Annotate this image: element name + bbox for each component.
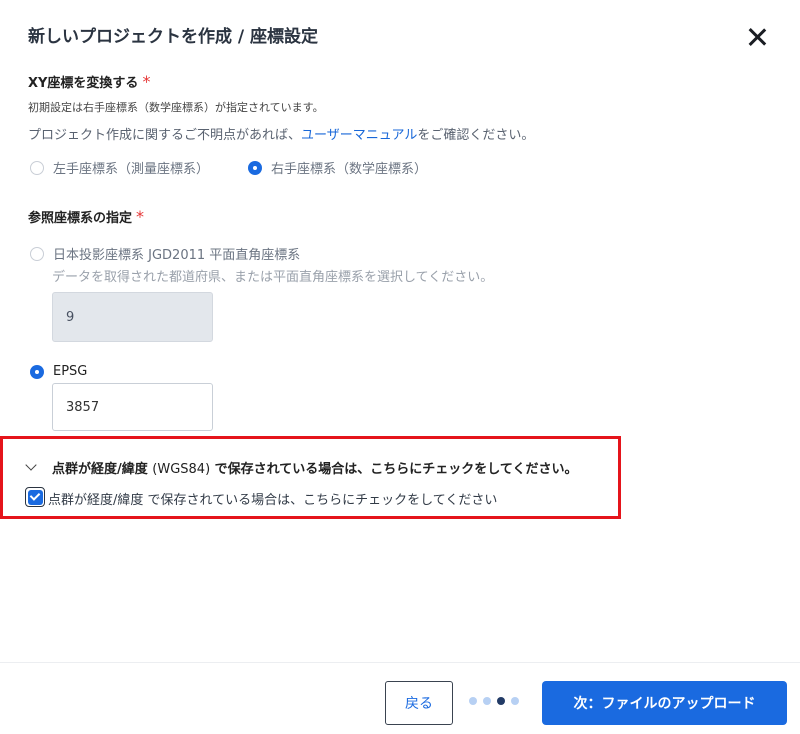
- step-dot: [511, 697, 519, 705]
- radio-button-selected[interactable]: [30, 364, 44, 379]
- radio-button[interactable]: [30, 246, 44, 261]
- dialog-header: 新しいプロジェクトを作成 / 座標設定: [28, 24, 780, 54]
- radio-left-hand[interactable]: 左手座標系（測量座標系）: [30, 158, 209, 177]
- latlon-checkbox[interactable]: [27, 489, 43, 505]
- jgd-zone-input: 9: [52, 292, 213, 342]
- radio-right-hand-label: 右手座標系（数学座標系）: [271, 162, 428, 177]
- radio-button[interactable]: [30, 160, 44, 175]
- radio-left-hand-label: 左手座標系（測量座標系）: [53, 162, 210, 177]
- latlon-checkbox-focus-ring[interactable]: [25, 487, 45, 507]
- required-mark: *: [142, 72, 151, 91]
- radio-jgd2011-label: 日本投影座標系 JGD2011 平面直角座標系: [53, 248, 301, 263]
- jgd-help-text: データを取得された都道府県、または平面直角座標系を選択してください。: [52, 270, 494, 285]
- help-suffix: をご確認ください。: [417, 128, 535, 143]
- radio-jgd2011[interactable]: 日本投影座標系 JGD2011 平面直角座標系: [30, 244, 300, 263]
- help-prefix: プロジェクト作成に関するご不明点があれば、: [28, 128, 302, 143]
- radio-epsg-label: EPSG: [53, 364, 88, 379]
- xy-help-text: プロジェクト作成に関するご不明点があれば、ユーザーマニュアルをご確認ください。: [28, 124, 534, 143]
- footer-divider: [0, 662, 800, 663]
- chevron-down-icon[interactable]: [25, 461, 37, 473]
- latlon-title-c: で保存されている場合は、こちらにチェックをしてください。: [210, 462, 578, 477]
- step-dot: [483, 697, 491, 705]
- radio-epsg[interactable]: EPSG: [30, 364, 87, 379]
- xy-section-label: XY座標を変換する: [28, 76, 139, 91]
- jgd-zone-value: 9: [66, 309, 75, 325]
- latlon-checkbox-label[interactable]: 点群が経度/緯度 で保存されている場合は、こちらにチェックをしてください: [48, 489, 497, 508]
- next-upload-button[interactable]: 次：ファイルのアップロード: [542, 681, 787, 725]
- latlon-title-a: 点群が経度/緯度: [52, 462, 153, 477]
- dialog-title: 新しいプロジェクトを作成 / 座標設定: [28, 27, 319, 47]
- xy-section-label-row: XY座標を変換する *: [28, 72, 150, 91]
- latlon-title-b: (WGS84): [152, 462, 211, 477]
- back-button[interactable]: 戻る: [385, 681, 453, 725]
- radio-right-hand[interactable]: 右手座標系（数学座標系）: [248, 158, 427, 177]
- crs-section-label: 参照座標系の指定: [28, 211, 133, 226]
- step-indicator: [469, 697, 519, 705]
- xy-default-note: 初期設定は右手座標系（数学座標系）が指定されています。: [28, 101, 324, 114]
- step-dot-current: [497, 697, 505, 705]
- latlon-accordion-title[interactable]: 点群が経度/緯度 (WGS84) で保存されている場合は、こちらにチェックをして…: [52, 458, 578, 477]
- step-dot: [469, 697, 477, 705]
- radio-button-selected[interactable]: [248, 160, 262, 175]
- close-icon[interactable]: [744, 24, 770, 50]
- epsg-code-value: 3857: [66, 399, 100, 415]
- required-mark: *: [136, 207, 145, 226]
- crs-section-label-row: 参照座標系の指定 *: [28, 207, 144, 226]
- epsg-code-input[interactable]: 3857: [52, 383, 213, 431]
- user-manual-link[interactable]: ユーザーマニュアル: [301, 128, 417, 143]
